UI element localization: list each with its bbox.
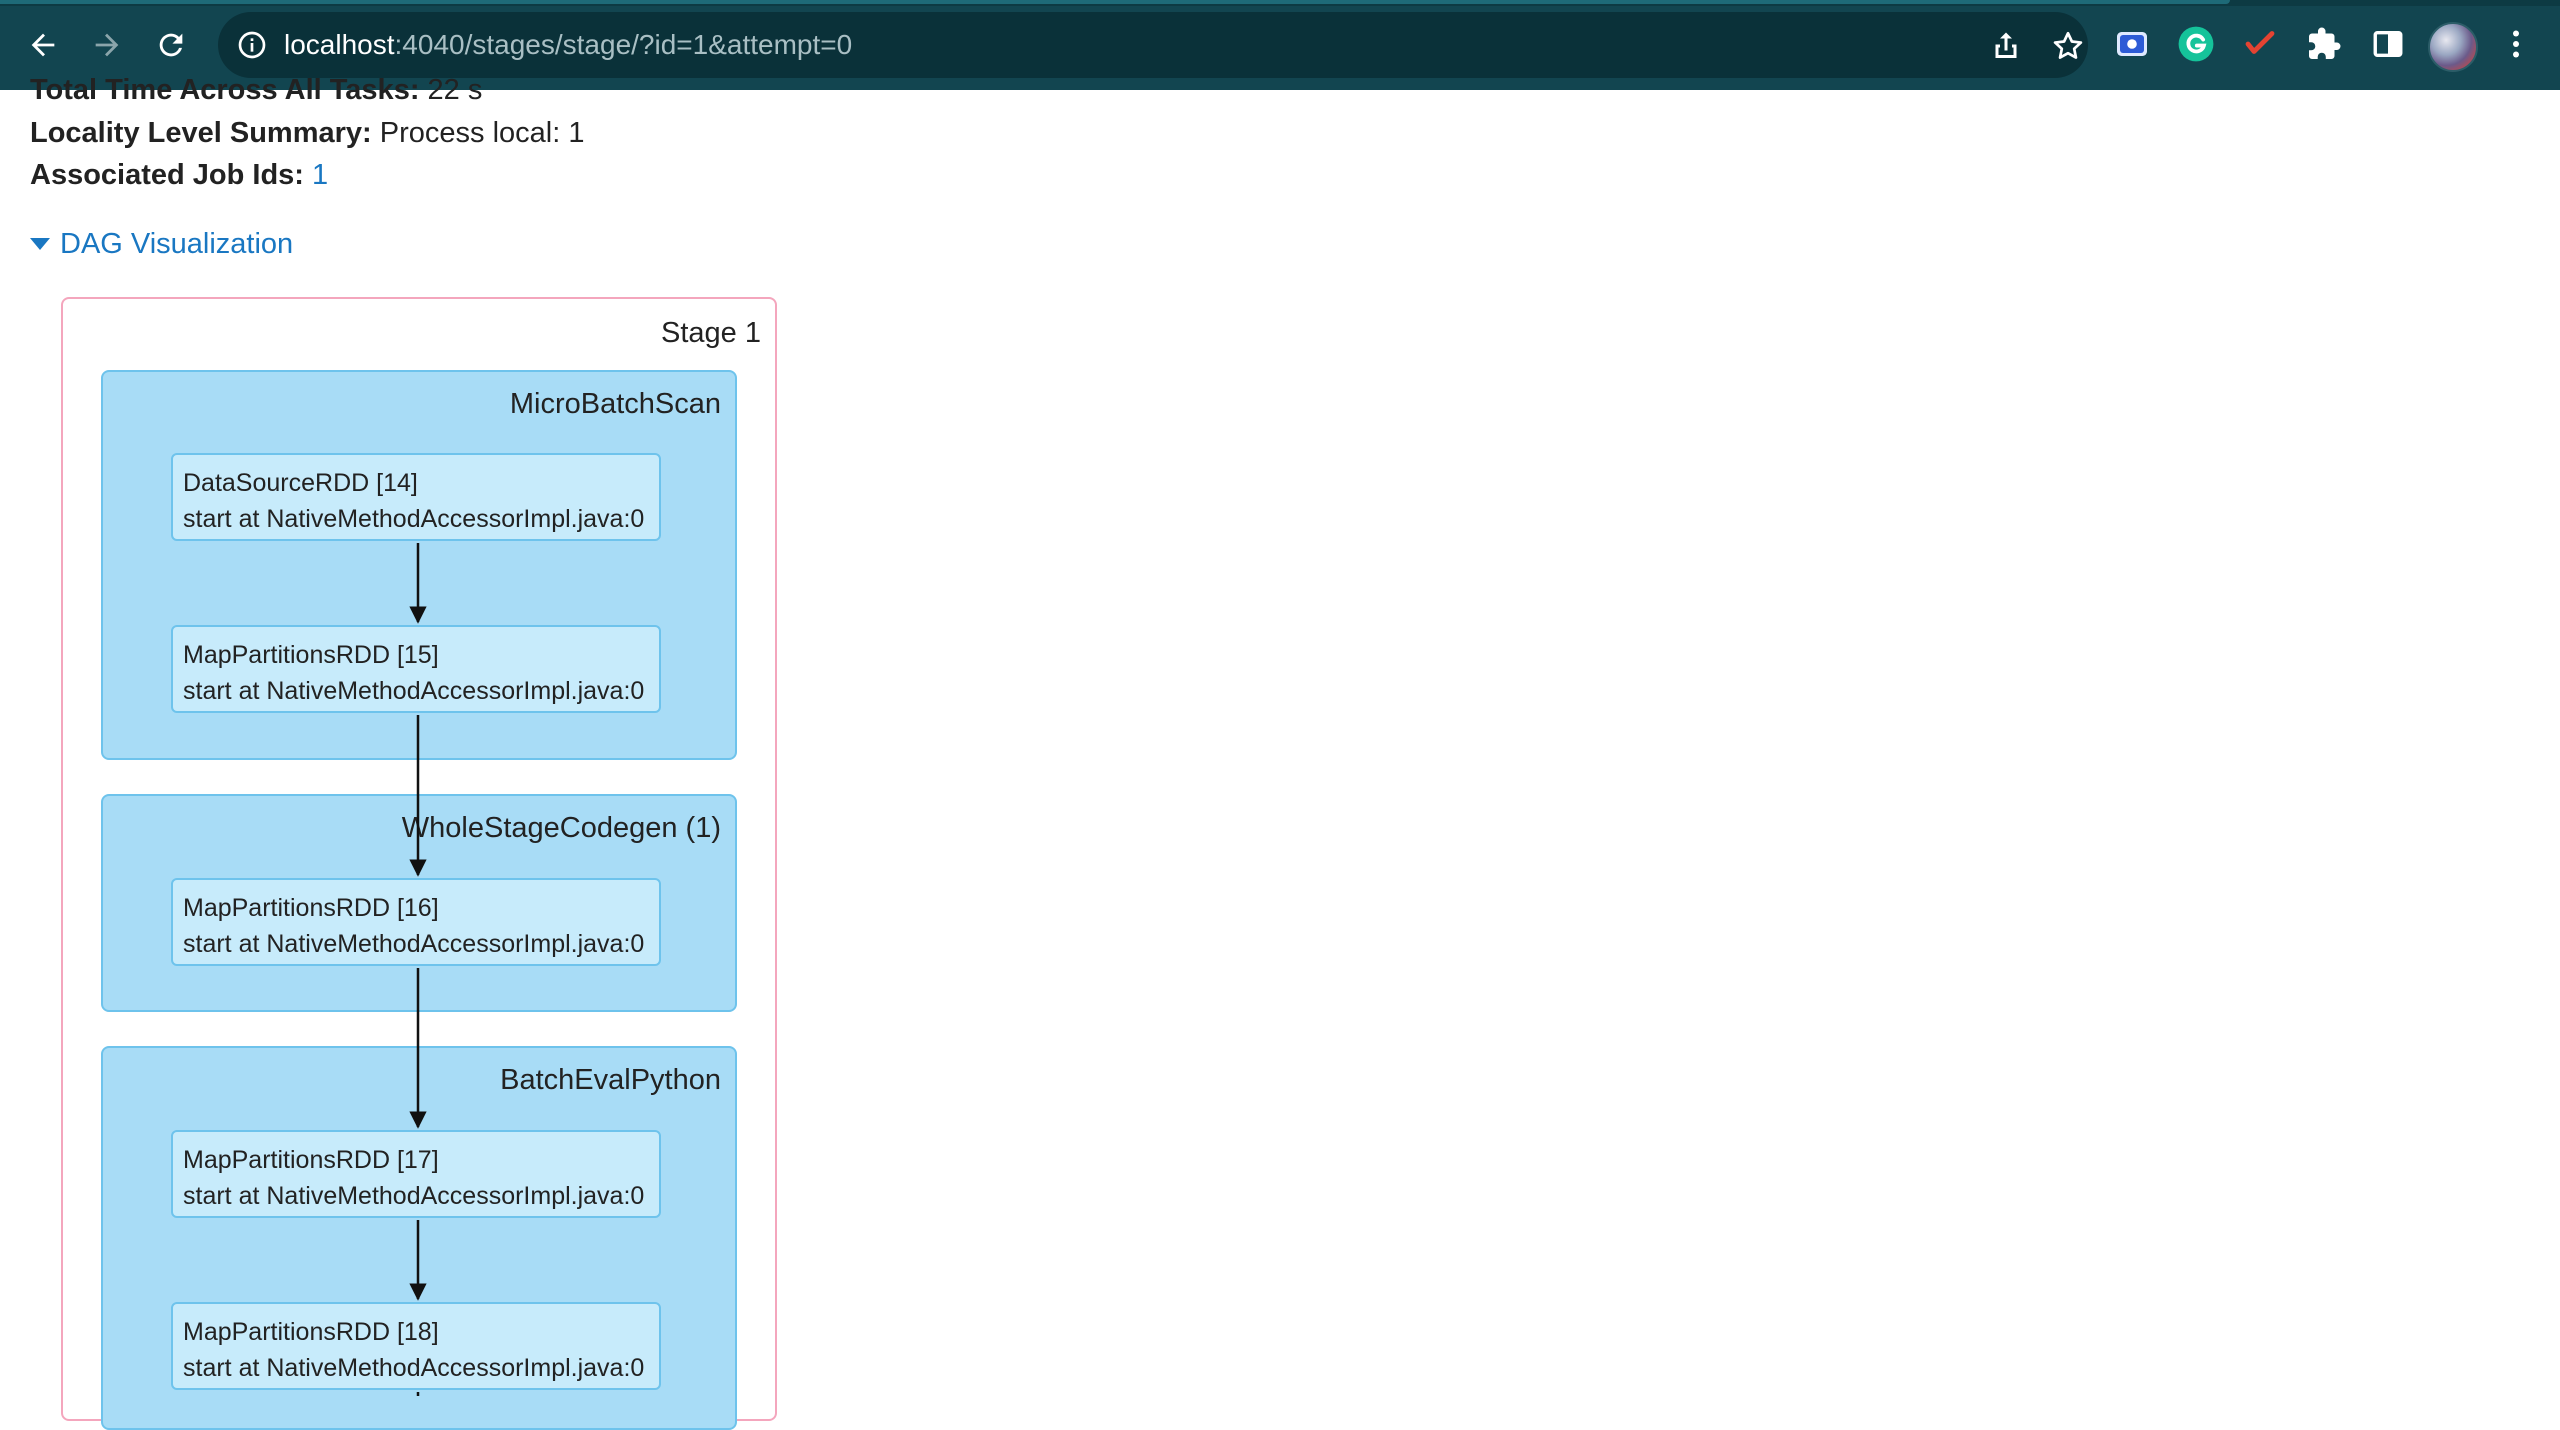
dag-edges bbox=[409, 543, 427, 1396]
